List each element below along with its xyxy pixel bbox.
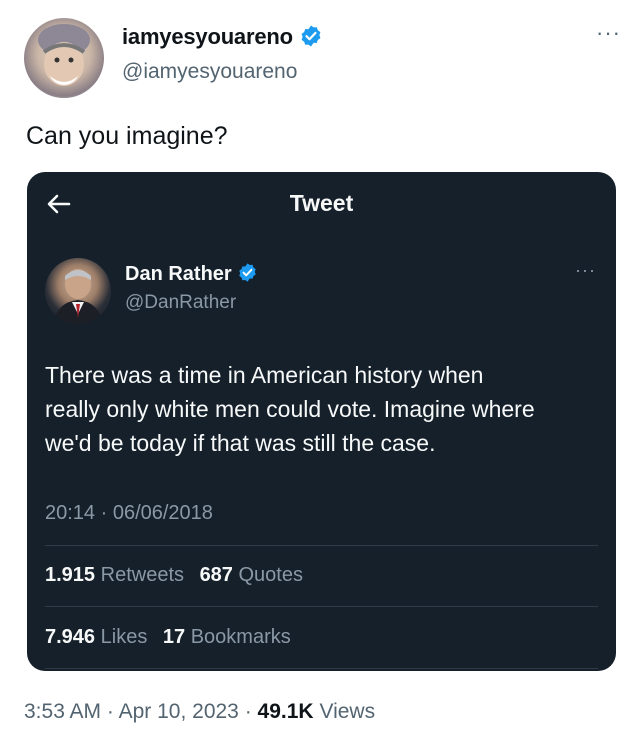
tweet-text: Can you imagine? <box>26 122 228 150</box>
more-options-icon[interactable]: ··· <box>596 20 621 46</box>
post-time[interactable]: 3:53 AM <box>24 700 101 723</box>
quoted-body-line: really only white men could vote. Imagin… <box>45 396 535 422</box>
engagement-stats-row-1: 1.915 Retweets 687 Quotes <box>45 564 303 587</box>
tweet-meta: 3:53 AM · Apr 10, 2023 · 49.1K Views <box>24 700 375 724</box>
quoted-author-name-text[interactable]: Dan Rather <box>125 263 232 285</box>
quoted-timestamp[interactable]: 20:14 · 06/06/2018 <box>45 502 213 525</box>
author-handle[interactable]: @iamyesyouareno <box>122 60 297 84</box>
views-count: 49.1K <box>257 700 314 723</box>
retweets-stat[interactable]: 1.915 Retweets <box>45 564 184 586</box>
author-name-text[interactable]: iamyesyouareno <box>122 24 293 49</box>
likes-label: Likes <box>100 626 148 648</box>
quotes-label: Quotes <box>238 564 303 586</box>
avatar-image <box>38 24 90 86</box>
quoted-author-name[interactable]: Dan Rather <box>125 262 258 286</box>
header-title: Tweet <box>289 190 354 216</box>
quoted-body-line: we'd be today if that was still the case… <box>45 430 436 456</box>
divider <box>45 545 598 546</box>
quoted-body-line: There was a time in American history whe… <box>45 362 484 388</box>
quoted-author-handle[interactable]: @DanRather <box>125 292 236 314</box>
quoted-verified-badge-icon <box>238 263 256 282</box>
separator: · <box>244 700 252 723</box>
post-date[interactable]: Apr 10, 2023 <box>119 700 239 723</box>
retweets-count: 1.915 <box>45 564 96 586</box>
quoted-tweet-card[interactable]: Tweet Dan Rather @DanRather ··· There wa… <box>27 172 616 671</box>
likes-count: 7.946 <box>45 626 96 648</box>
quotes-stat[interactable]: 687 Quotes <box>200 564 303 586</box>
engagement-stats-row-2: 7.946 Likes 17 Bookmarks <box>45 626 291 649</box>
bookmarks-count: 17 <box>162 626 186 648</box>
quoted-author-avatar[interactable] <box>45 258 111 324</box>
likes-stat[interactable]: 7.946 Likes <box>45 626 147 648</box>
divider <box>45 606 598 607</box>
quoted-more-options-icon[interactable]: ··· <box>575 260 596 281</box>
verified-badge-icon <box>301 25 321 47</box>
quoted-tweet-body: There was a time in American history whe… <box>45 358 605 460</box>
bookmarks-stat[interactable]: 17 Bookmarks <box>163 626 291 648</box>
retweets-label: Retweets <box>100 564 184 586</box>
separator: · <box>106 700 114 723</box>
author-avatar[interactable] <box>24 18 104 98</box>
divider <box>45 668 598 669</box>
views-label: Views <box>319 700 376 723</box>
bookmarks-label: Bookmarks <box>190 626 291 648</box>
quotes-count: 687 <box>199 564 233 586</box>
author-name[interactable]: iamyesyouareno <box>122 24 323 50</box>
quoted-avatar-image <box>53 269 103 324</box>
